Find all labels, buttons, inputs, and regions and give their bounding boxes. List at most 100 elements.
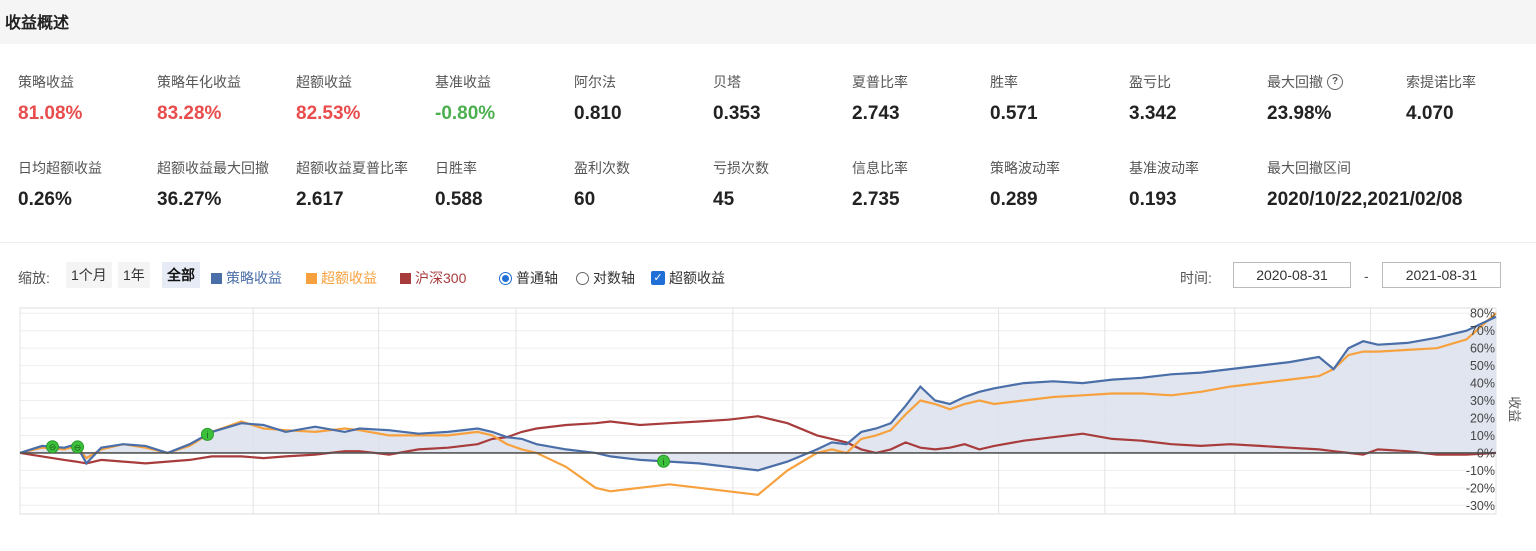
y-tick-label: 20% [1470,411,1495,425]
section-header: 收益概述 [0,0,1536,44]
metric-value: 2020/10/22,2021/02/08 [1267,189,1463,210]
metric-label: 超额收益 [296,74,352,90]
y-tick-label: 30% [1470,394,1495,408]
returns-chart[interactable]: ⊖ ⊖ i i 80% 70% 60% 50% 40% 30% 20% 10% 0% -10% -20% -… [0,302,1536,518]
metric-daily-win-rate: 日胜率 0.588 [435,158,575,211]
help-icon[interactable]: ? [1327,74,1343,90]
chart-toolbar: 缩放: 1个月 1年 全部 策略收益 超额收益 沪深300 普通轴 对数轴 ✓ … [0,262,1536,290]
start-date-input[interactable] [1233,262,1351,288]
zoom-all-button[interactable]: 全部 [162,262,200,288]
metric-value: 0.193 [1129,189,1177,210]
metric-label: 胜率 [990,74,1018,90]
legend-swatch [211,272,222,284]
zoom-1-month-button[interactable]: 1个月 [66,262,112,288]
metric-strategy-volatility: 策略波动率 0.289 [990,158,1130,211]
metric-label: 基准收益 [435,74,491,90]
radio-icon [499,271,512,285]
trade-marker-label: i [206,430,208,440]
metric-value: -0.80% [435,103,496,124]
metric-label: 日胜率 [435,160,477,176]
y-tick-label: 80% [1470,307,1495,321]
divider [0,242,1536,243]
legend-label: 沪深300 [415,270,467,286]
metric-benchmark-return: 基准收益 -0.80% [435,72,575,125]
legend-label: 策略收益 [226,270,282,286]
metric-value: 2.617 [296,189,344,210]
metric-daily-excess: 日均超额收益 0.26% [18,158,158,211]
radio-normal-axis[interactable]: 普通轴 [499,268,558,288]
metric-strategy-return: 策略收益 81.08% [18,72,158,125]
metric-label: 亏损次数 [713,160,769,176]
checkbox-excess-return[interactable]: ✓ 超额收益 [651,268,725,288]
metric-max-drawdown-period: 最大回撤区间 2020/10/22,2021/02/08 [1267,158,1532,211]
legend-strategy[interactable]: 策略收益 [211,268,282,288]
metric-value: 23.98% [1267,103,1332,124]
legend-label: 超额收益 [321,270,377,286]
metric-label: 策略收益 [18,74,74,90]
metric-information-ratio: 信息比率 2.735 [852,158,992,211]
metric-value: 45 [713,189,735,210]
metric-label: 策略年化收益 [157,74,241,90]
trade-marker[interactable]: ⊖ [71,440,85,454]
metric-value: 60 [574,189,596,210]
y-tick-label: -20% [1466,481,1495,495]
metric-excess-max-drawdown: 超额收益最大回撤 36.27% [157,158,297,211]
checkbox-checked-icon: ✓ [651,271,665,285]
zoom-label: 缩放: [18,270,50,286]
metric-win-rate: 胜率 0.571 [990,72,1130,125]
metric-value: 4.070 [1406,103,1454,124]
metric-sortino: 索提诺比率 4.070 [1406,72,1531,125]
metric-value: 0.571 [990,103,1038,124]
section-title: 收益概述 [5,15,70,32]
zoom-1-year-button[interactable]: 1年 [118,262,150,288]
metric-label: 策略波动率 [990,160,1060,176]
metric-value: 2.743 [852,103,900,124]
metric-label: 索提诺比率 [1406,74,1476,90]
y-tick-label: -30% [1466,499,1495,513]
checkbox-label: 超额收益 [669,270,725,286]
radio-label: 普通轴 [516,270,558,286]
trade-marker[interactable]: i [200,427,214,441]
metric-label: 盈亏比 [1129,74,1171,90]
radio-log-axis[interactable]: 对数轴 [576,268,635,288]
metric-label: 基准波动率 [1129,160,1199,176]
metric-value: 81.08% [18,103,83,124]
metric-label: 盈利次数 [574,160,630,176]
metric-profit-count: 盈利次数 60 [574,158,714,211]
metric-label-wrap: 最大回撤 ? [1267,72,1407,92]
metric-excess-return: 超额收益 82.53% [296,72,436,125]
metric-value: 0.289 [990,189,1038,210]
legend-benchmark[interactable]: 沪深300 [400,268,466,288]
y-tick-label: 60% [1470,342,1495,356]
metric-value: 0.588 [435,189,483,210]
metric-label: 夏普比率 [852,74,908,90]
metric-sharpe: 夏普比率 2.743 [852,72,992,125]
metric-label: 信息比率 [852,160,908,176]
metric-label: 超额收益最大回撤 [157,160,269,176]
metric-alpha: 阿尔法 0.810 [574,72,714,125]
metric-max-drawdown: 最大回撤 ? 23.98% [1267,72,1407,125]
metric-profit-loss-ratio: 盈亏比 3.342 [1129,72,1269,125]
metric-beta: 贝塔 0.353 [713,72,853,125]
metric-value: 83.28% [157,103,222,124]
metric-value: 82.53% [296,103,361,124]
trade-marker-label: ⊖ [49,442,57,452]
date-separator: - [1364,268,1369,284]
radio-label: 对数轴 [593,270,635,286]
metric-value: 3.342 [1129,103,1177,124]
trade-marker-label: ⊖ [74,442,82,452]
metric-value: 0.810 [574,103,622,124]
end-date-input[interactable] [1382,262,1501,288]
y-tick-label: 50% [1470,359,1495,373]
y-tick-label: 0% [1477,446,1495,460]
legend-excess[interactable]: 超额收益 [306,268,377,288]
trade-marker[interactable]: ⊖ [45,440,59,454]
metric-value: 0.26% [18,189,72,210]
metric-label: 阿尔法 [574,74,616,90]
metric-value: 36.27% [157,189,222,210]
metric-label: 最大回撤区间 [1267,160,1351,176]
metric-label: 贝塔 [713,74,741,90]
trade-marker[interactable]: i [657,454,671,468]
metric-value: 2.735 [852,189,900,210]
y-tick-label: -10% [1466,464,1495,478]
